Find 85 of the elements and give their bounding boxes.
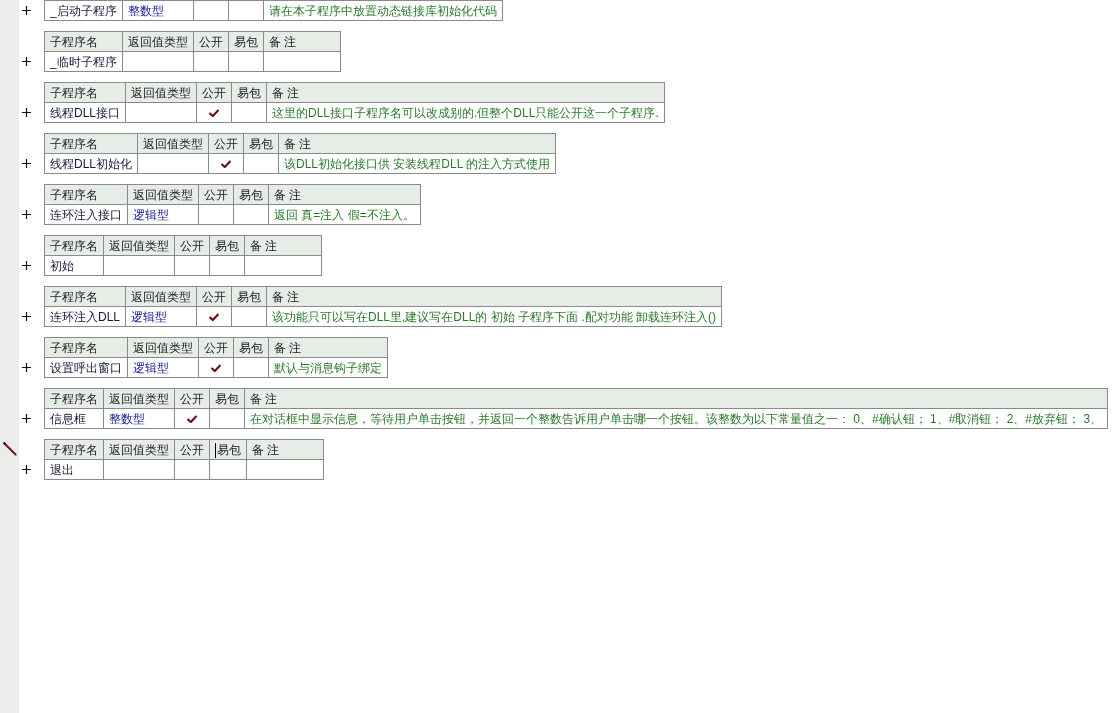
return-type-cell: 整数型 [103,408,175,429]
check-icon [211,364,221,373]
expand-plus-icon[interactable] [22,414,31,423]
column-header: 子程序名 [44,235,104,256]
column-header: 返回值类型 [103,235,175,256]
remark-cell: 这里的DLL接口子程序名可以改成别的.但整个DLL只能公开这一个子程序. [266,102,665,123]
expand-plus-icon[interactable] [22,210,31,219]
return-type-cell: 整数型 [122,0,194,21]
expand-plus-icon[interactable] [22,363,31,372]
column-header: 易包 [233,184,269,205]
remark-cell: 在对话框中显示信息，等待用户单击按钮，并返回一个整数告诉用户单击哪一个按钮。该整数为以下常量值之一： 0、#确认钮； 1、#取消钮； 2、#放弃钮； 3、 [244,408,1108,429]
column-header: 备 注 [278,133,556,154]
name-cell: 线程DLL接口 [44,102,126,123]
column-header: 返回值类型 [125,82,197,103]
column-header: 返回值类型 [122,31,194,52]
column-header: 易包 [231,82,267,103]
column-header: 返回值类型 [103,439,175,460]
check-icon [209,313,219,322]
check-icon [187,415,197,424]
return-type-cell [103,459,175,480]
name-cell: 连环注入接口 [44,204,128,225]
return-type-cell: 逻辑型 [127,204,199,225]
column-header: 返回值类型 [125,286,197,307]
column-header: 备 注 [268,337,388,358]
column-header: 易包 [243,133,279,154]
return-type-cell [122,51,194,72]
column-header: 子程序名 [44,133,138,154]
column-header: 备 注 [266,286,722,307]
column-header: 易包 [233,337,269,358]
name-cell: 设置呼出窗口 [44,357,128,378]
expand-plus-icon[interactable] [22,108,31,117]
column-header: 子程序名 [44,337,128,358]
column-header: 易包 [209,439,247,460]
name-cell: _启动子程序 [44,0,123,21]
expand-plus-icon[interactable] [22,261,31,270]
column-header: 备 注 [263,31,341,52]
column-header: 公开 [196,286,232,307]
name-cell: 退出 [44,459,104,480]
column-header: 子程序名 [44,31,123,52]
column-header: 公开 [174,388,210,409]
column-header: 备 注 [244,235,322,256]
column-header: 子程序名 [44,439,104,460]
expand-plus-icon[interactable] [22,6,31,15]
expand-plus-icon[interactable] [22,465,31,474]
expand-plus-icon[interactable] [22,57,31,66]
name-cell: _临时子程序 [44,51,123,72]
column-header: 备 注 [244,388,1108,409]
column-header: 返回值类型 [127,184,199,205]
remark-cell: 请在本子程序中放置动态链接库初始化代码 [263,0,503,21]
return-type-cell [103,255,175,276]
return-type-cell: 逻辑型 [127,357,199,378]
column-header: 返回值类型 [103,388,175,409]
column-header: 易包 [209,388,245,409]
remark-cell: 默认与消息钩子绑定 [268,357,388,378]
column-header: 子程序名 [44,82,126,103]
name-cell: 信息框 [44,408,104,429]
column-header: 子程序名 [44,388,104,409]
column-header: 返回值类型 [137,133,209,154]
name-cell: 连环注入DLL [44,306,126,327]
column-header: 公开 [198,337,234,358]
column-header: 易包 [228,31,264,52]
column-header: 备 注 [246,439,324,460]
column-header: 子程序名 [44,184,128,205]
column-header: 子程序名 [44,286,126,307]
column-header: 公开 [174,439,210,460]
column-header: 公开 [198,184,234,205]
column-header: 易包 [231,286,267,307]
remark-cell: 返回 真=注入 假=不注入。 [268,204,421,225]
column-header: 返回值类型 [127,337,199,358]
column-header: 公开 [196,82,232,103]
remark-cell: 该DLL初始化接口供 安装线程DLL 的注入方式使用 [278,153,556,174]
check-icon [209,109,219,118]
expand-plus-icon[interactable] [22,312,31,321]
column-header: 易包 [209,235,245,256]
column-header: 公开 [174,235,210,256]
check-icon [221,160,231,169]
expand-plus-icon[interactable] [22,159,31,168]
remark-cell: 该功能只可以写在DLL里,建议写在DLL的 初始 子程序下面 .配对功能 卸载连环注入() [266,306,722,327]
name-cell: 线程DLL初始化 [44,153,138,174]
column-header: 公开 [193,31,229,52]
column-header: 备 注 [266,82,665,103]
column-header: 公开 [208,133,244,154]
name-cell: 初始 [44,255,104,276]
return-type-cell: 逻辑型 [125,306,197,327]
column-header: 备 注 [268,184,421,205]
